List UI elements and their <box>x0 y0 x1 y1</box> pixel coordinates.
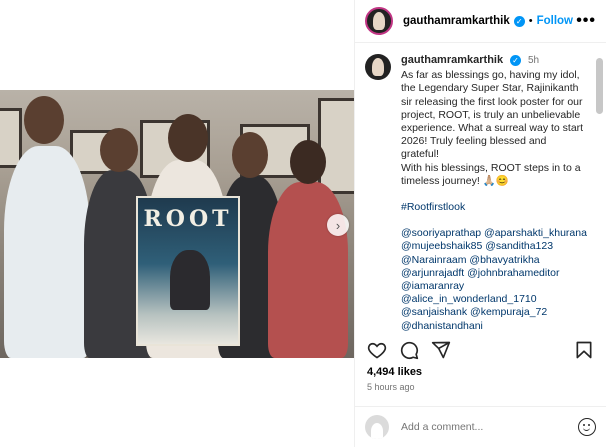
emoji-icon[interactable] <box>578 418 596 436</box>
post-panel: gauthamramkarthik ✓ • Follow ••• gautham… <box>354 0 606 447</box>
like-button[interactable] <box>367 340 387 360</box>
person-3-head <box>168 114 208 162</box>
comments-scrollbar[interactable] <box>596 58 603 114</box>
wall-frame-edge <box>318 98 354 194</box>
next-image-button[interactable]: › <box>327 214 349 236</box>
comment-button[interactable] <box>399 340 419 360</box>
caption-text: gauthamramkarthik ✓ 5h As far as blessin… <box>401 54 587 332</box>
person-2-head <box>100 128 138 172</box>
more-options-icon[interactable]: ••• <box>576 12 596 30</box>
share-button[interactable] <box>431 340 451 360</box>
comment-icon <box>400 341 419 360</box>
poster-title: ROOT <box>143 206 233 232</box>
mention-line[interactable]: @dhanistandhani <box>401 320 587 332</box>
comments-section[interactable]: gauthamramkarthik ✓ 5h As far as blessin… <box>355 44 606 332</box>
mention-line[interactable]: @mujeebshaik85 @sanditha123 <box>401 240 587 253</box>
separator-dot: • <box>528 15 533 27</box>
person-5 <box>268 182 348 358</box>
action-bar <box>355 336 606 364</box>
caption-body-2: With his blessings, ROOT steps in to a t… <box>401 161 581 187</box>
user-avatar <box>365 415 389 439</box>
follow-button[interactable]: Follow <box>537 15 573 27</box>
mention-line[interactable]: @sooriyaprathap @aparshakti_khurana <box>401 227 587 240</box>
bookmark-icon <box>576 341 592 359</box>
like-count[interactable]: 4,494 likes <box>367 366 422 378</box>
post-photo[interactable]: ROOT <box>0 90 354 358</box>
profile-avatar[interactable] <box>365 7 393 35</box>
post-header: gauthamramkarthik ✓ • Follow ••• <box>355 0 606 43</box>
caption-time: 5h <box>527 55 540 66</box>
chevron-right-icon: › <box>335 217 341 233</box>
paper-plane-icon <box>431 341 451 359</box>
verified-badge-icon: ✓ <box>510 54 522 66</box>
header-username[interactable]: gauthamramkarthik <box>403 15 510 27</box>
mention-line[interactable]: @arjunrajadft @johnbrahameditor <box>401 267 587 280</box>
poster-figure <box>170 250 210 310</box>
movie-poster: ROOT <box>136 196 240 346</box>
save-button[interactable] <box>574 340 594 360</box>
person-4-head <box>232 132 268 178</box>
mention-line[interactable]: @iamaranray <box>401 280 587 293</box>
comment-input[interactable] <box>401 421 571 433</box>
person-5-head <box>290 140 326 184</box>
caption-avatar[interactable] <box>365 54 391 80</box>
caption-username[interactable]: gauthamramkarthik <box>401 54 503 66</box>
verified-badge-icon: ✓ <box>513 15 525 27</box>
person-1 <box>4 146 90 358</box>
hashtag-link[interactable]: #Rootfirstlook <box>401 201 587 214</box>
caption: gauthamramkarthik ✓ 5h As far as blessin… <box>365 54 592 332</box>
mention-line[interactable]: @alice_in_wonderland_1710 <box>401 293 587 306</box>
mention-line[interactable]: @Narainraam @bhavyatrikha <box>401 254 587 267</box>
heart-icon <box>367 342 387 359</box>
post-time[interactable]: 5 hours ago <box>367 382 415 392</box>
person-1-head <box>24 96 64 144</box>
caption-body: As far as blessings go, having my idol, … <box>401 69 584 161</box>
post-media: ROOT › <box>0 0 354 447</box>
comment-bar <box>355 406 606 447</box>
mention-line[interactable]: @sanjaishank @kempuraja_72 <box>401 306 587 319</box>
